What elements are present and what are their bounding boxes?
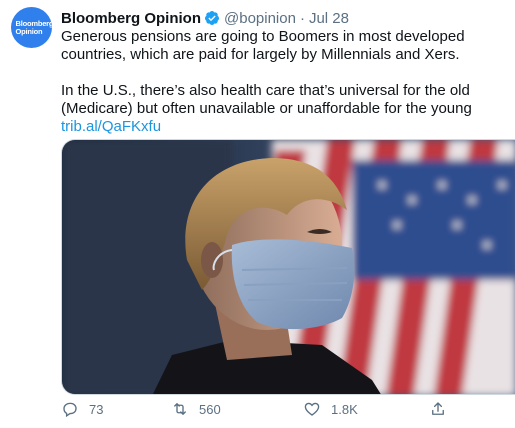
tweet-paragraph-1: Generous pensions are going to Boomers i… (61, 28, 465, 63)
account-name[interactable]: Bloomberg Opinion (61, 10, 201, 27)
photo-woman-mask-flag (62, 140, 515, 394)
header-separator: · (299, 9, 305, 27)
heart-icon (304, 402, 320, 416)
avatar[interactable]: Bloomberg Opinion (11, 7, 52, 48)
retweet-button[interactable]: 560 (171, 400, 221, 418)
tweet-header: Bloomberg Opinion @bopinion · Jul 28 (61, 8, 349, 28)
retweet-count: 560 (199, 401, 221, 417)
reply-button[interactable]: 73 (61, 400, 103, 418)
tweet-link[interactable]: trib.al/QaFKxfu (61, 118, 161, 135)
tweet-paragraph-2: In the U.S., there’s also health care th… (61, 82, 472, 117)
avatar-text-2: Opinion (15, 26, 43, 36)
reply-icon (63, 402, 77, 418)
like-button[interactable]: 1.8K (303, 400, 358, 418)
share-button[interactable] (429, 400, 457, 418)
verified-badge-icon (204, 11, 219, 25)
tweet[interactable]: Bloomberg Opinion Bloomberg Opinion @bop… (0, 0, 515, 428)
tweet-actions: 73 560 1.8K (61, 400, 515, 424)
tweet-photo[interactable] (61, 139, 515, 395)
account-handle[interactable]: @bopinion (224, 10, 296, 27)
share-icon (432, 402, 444, 415)
tweet-body: Generous pensions are going to Boomers i… (61, 28, 511, 136)
reply-count: 73 (89, 401, 104, 417)
retweet-icon (174, 403, 186, 415)
tweet-date[interactable]: Jul 28 (309, 10, 349, 27)
like-count: 1.8K (331, 401, 358, 417)
